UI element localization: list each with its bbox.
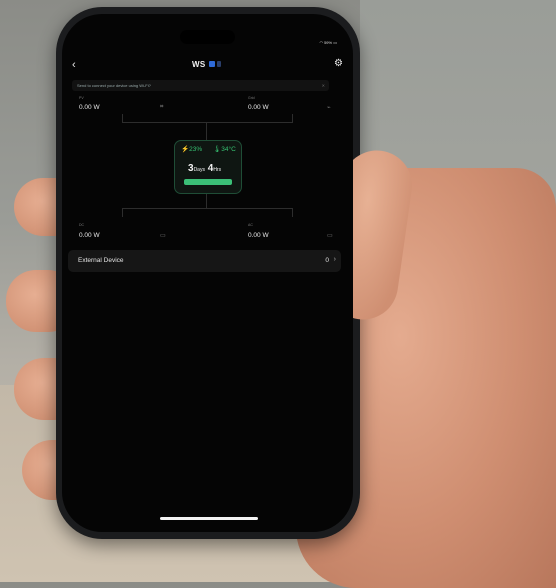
external-device-row[interactable]: External Device 0 › xyxy=(68,250,341,272)
page-title: WS xyxy=(192,60,206,69)
close-icon[interactable]: ✕ xyxy=(322,80,325,91)
port-value-bottom-left: 0.00 W xyxy=(79,232,100,239)
gear-icon[interactable]: ⚙ xyxy=(334,58,343,69)
wifi-banner[interactable]: Send to connect your device using Wi-Fi?… xyxy=(72,80,329,91)
dc-port-icon: ▭ xyxy=(160,233,166,239)
port-label-top-left: PV xyxy=(79,96,84,100)
battery-temperature: 🌡34°C xyxy=(213,145,236,153)
port-label-bottom-right: AC xyxy=(248,223,253,227)
banner-text: Send to connect your device using Wi-Fi? xyxy=(77,83,151,88)
status-bar: ◠ 59% ▭ xyxy=(319,40,337,45)
ac-outlet-icon: ▭ xyxy=(327,233,333,239)
port-value-top-right: 0.00 W xyxy=(248,104,269,111)
external-device-count: 0 xyxy=(325,257,329,264)
battery-icon: ▭ xyxy=(333,40,337,45)
app-screen: ◠ 59% ▭ ‹ WS ⚙ Send to connect your devi… xyxy=(62,14,353,532)
status-battery: 59% xyxy=(324,40,333,45)
battery-percent-value: 23% xyxy=(189,146,203,153)
battery-temperature-value: 34°C xyxy=(221,146,236,153)
connector-bottom-stem xyxy=(206,192,207,208)
port-value-bottom-right: 0.00 W xyxy=(248,232,269,239)
port-value-top-left: 0.00 W xyxy=(79,104,100,111)
battery-level-fill xyxy=(184,179,232,185)
dynamic-island xyxy=(180,30,235,44)
device-badge-secondary-icon xyxy=(217,61,221,67)
battery-level-bar xyxy=(184,179,232,185)
plug-icon: ⌁ xyxy=(327,105,331,111)
bolt-icon: ⚡ xyxy=(181,146,190,153)
port-label-bottom-left: DC xyxy=(79,223,85,227)
back-arrow-icon[interactable]: ‹ xyxy=(72,58,76,72)
top-bar: ‹ WS ⚙ xyxy=(62,58,353,78)
device-badge-icon xyxy=(209,61,215,67)
runtime-display: 3Days 4Hrs xyxy=(188,163,221,174)
connector-top xyxy=(122,114,293,123)
runtime-hours-unit: Hrs xyxy=(213,167,222,173)
battery-card[interactable]: ⚡23% 🌡34°C 3Days 4Hrs xyxy=(174,140,242,194)
connector-top-stem xyxy=(206,122,207,140)
chevron-right-icon: › xyxy=(333,256,336,263)
battery-percent: ⚡23% xyxy=(181,145,202,153)
external-device-label: External Device xyxy=(78,257,124,264)
home-indicator[interactable] xyxy=(160,517,258,520)
port-label-top-right: Grid xyxy=(248,96,255,100)
connector-bottom xyxy=(122,208,293,217)
runtime-days-unit: Days xyxy=(193,167,205,173)
solar-icon: ⌗ xyxy=(160,104,164,110)
wifi-icon: ◠ xyxy=(319,40,323,45)
